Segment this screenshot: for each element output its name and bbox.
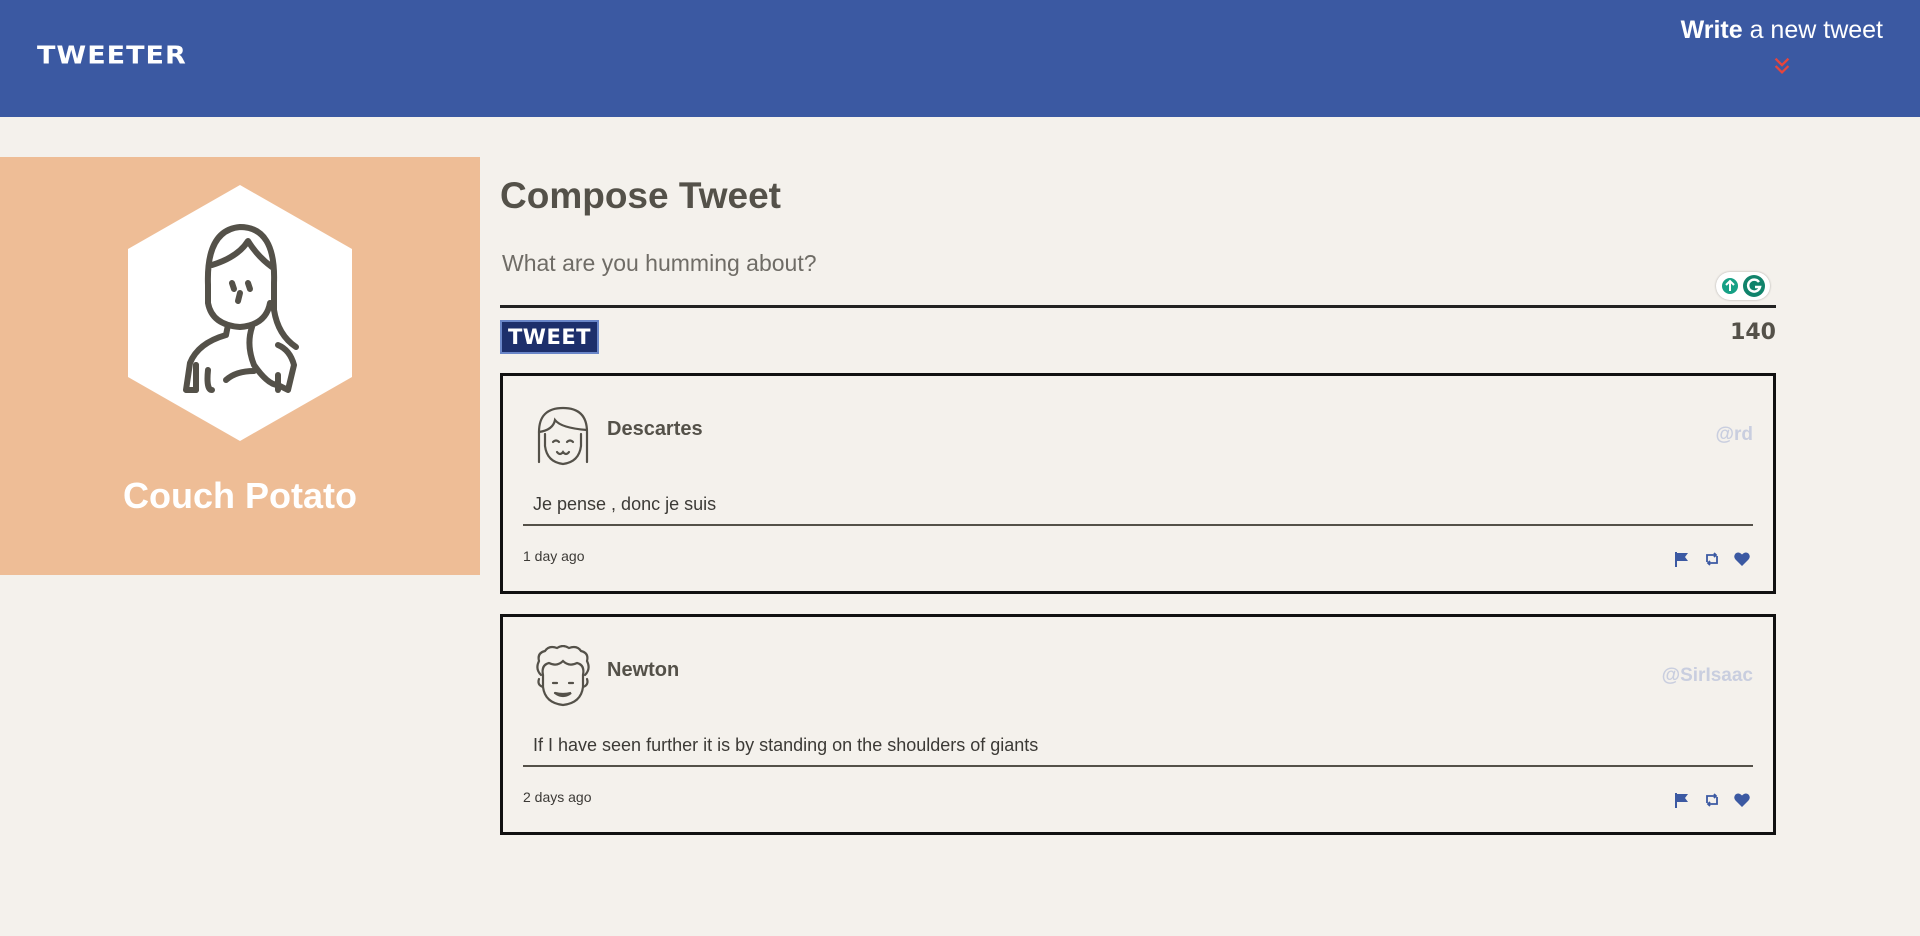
retweet-icon: [1706, 793, 1718, 807]
woman-avatar-icon: [128, 185, 352, 441]
flag-button[interactable]: [1673, 791, 1691, 809]
tweet-text: If I have seen further it is by standing…: [533, 735, 1039, 755]
top-nav: TWEETER Write a new tweet: [0, 0, 1920, 117]
tweet-author-name: Descartes: [607, 418, 703, 440]
flag-icon: [1675, 552, 1688, 567]
double-chevron-down-icon: [1774, 57, 1790, 75]
tweet-timestamp: 2 days ago: [523, 789, 592, 805]
write-rest-text: a new tweet: [1742, 16, 1883, 44]
retweet-button[interactable]: [1703, 791, 1721, 809]
grammarly-widget[interactable]: [1716, 272, 1770, 300]
flag-icon: [1675, 793, 1688, 808]
like-button[interactable]: [1733, 791, 1751, 809]
tweet-button[interactable]: TWEET: [500, 320, 599, 354]
tweet-divider: [523, 524, 1753, 526]
like-button[interactable]: [1733, 550, 1751, 568]
heart-icon: [1734, 552, 1750, 566]
tweet-card: Newton @SirIsaac If I have seen further …: [500, 614, 1776, 835]
profile-card: Couch Potato: [0, 157, 480, 575]
retweet-icon: [1706, 552, 1718, 566]
tweet-actions: [1673, 791, 1751, 809]
girl-avatar-icon: [537, 406, 589, 466]
tweet-author-handle[interactable]: @SirIsaac: [1662, 665, 1753, 687]
retweet-button[interactable]: [1703, 550, 1721, 568]
grammarly-icon: [1722, 275, 1765, 297]
flag-button[interactable]: [1673, 550, 1691, 568]
tweet-divider: [523, 765, 1753, 767]
tweet-actions: [1673, 550, 1751, 568]
compose-title: Compose Tweet: [500, 175, 781, 216]
write-new-tweet-link[interactable]: Write a new tweet: [1681, 16, 1883, 77]
write-bold-text: Write: [1680, 16, 1743, 44]
char-counter: 140: [1730, 320, 1776, 345]
curly-hair-avatar-icon: [536, 645, 590, 707]
tweet-author-name: Newton: [607, 659, 680, 681]
tweet-author-handle[interactable]: @rd: [1715, 424, 1753, 446]
profile-name: Couch Potato: [123, 475, 357, 516]
tweet-text: Je pense , donc je suis: [533, 494, 717, 514]
brand-logo[interactable]: TWEETER: [37, 41, 187, 70]
compose-tweet-input[interactable]: [500, 244, 1776, 308]
heart-icon: [1734, 793, 1750, 807]
tweet-timestamp: 1 day ago: [523, 548, 585, 564]
tweet-card: Descartes @rd Je pense , donc je suis 1 …: [500, 373, 1776, 594]
